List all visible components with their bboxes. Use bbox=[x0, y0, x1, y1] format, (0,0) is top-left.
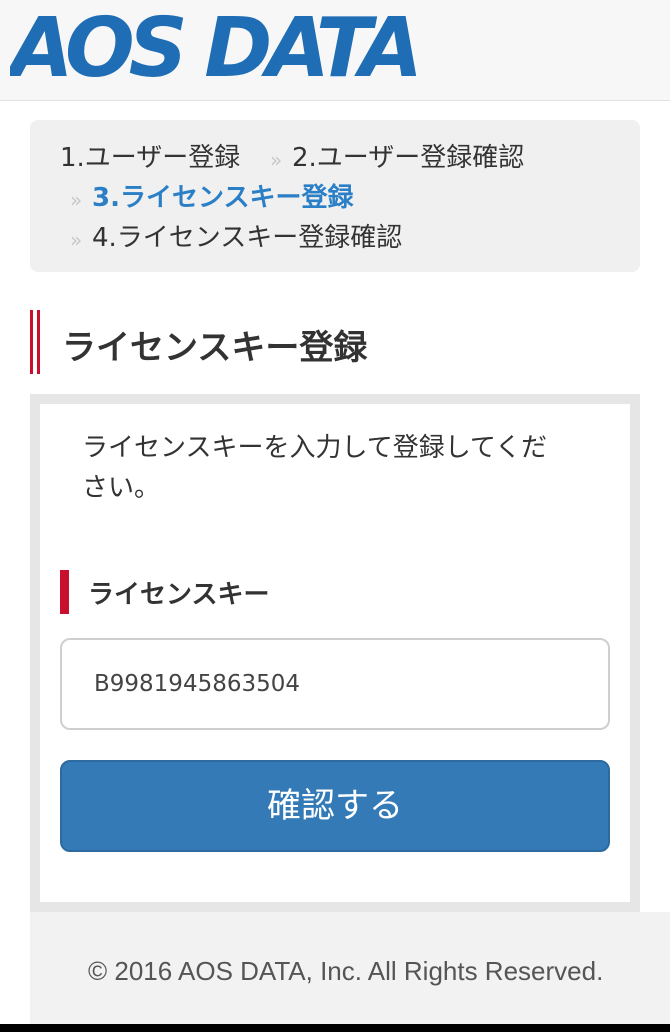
header: AOS DATA bbox=[0, 0, 670, 101]
instruction-line-2: さい。 bbox=[82, 473, 161, 503]
instruction-text: ライセンスキーを入力して登録してくだ さい。 bbox=[82, 428, 582, 508]
step-4: 4.ライセンスキー登録確認 bbox=[92, 223, 403, 253]
page-title: ライセンスキー登録 bbox=[62, 328, 368, 368]
aos-data-logo[interactable]: AOS DATA bbox=[10, 4, 440, 88]
step-2: 2.ユーザー登録確認 bbox=[292, 143, 525, 173]
license-key-input[interactable] bbox=[60, 638, 610, 730]
confirm-button[interactable]: 確認する bbox=[60, 760, 610, 852]
page: AOS DATA 1.ユーザー登録 » 2.ユーザー登録確認 » 3.ライセンス… bbox=[0, 0, 670, 1032]
field-label-accent-bar bbox=[60, 570, 69, 614]
steps-row-3: » 4.ライセンスキー登録確認 bbox=[30, 218, 640, 258]
footer: © 2016 AOS DATA, Inc. All Rights Reserve… bbox=[30, 912, 670, 1024]
steps-row-2: » 3.ライセンスキー登録 bbox=[30, 178, 640, 218]
logo-text: AOS DATA bbox=[10, 4, 417, 88]
step-separator-icon: » bbox=[70, 228, 83, 252]
copyright-text: © 2016 AOS DATA, Inc. All Rights Reserve… bbox=[88, 956, 604, 986]
license-form-card: ライセンスキーを入力して登録してくだ さい。 ライセンスキー 確認する bbox=[30, 394, 640, 912]
section-heading: ライセンスキー登録 bbox=[30, 310, 640, 374]
step-separator-icon: » bbox=[270, 148, 283, 172]
step-1: 1.ユーザー登録 bbox=[60, 143, 241, 173]
step-3-current: 3.ライセンスキー登録 bbox=[92, 183, 354, 213]
instruction-line-1: ライセンスキーを入力して登録してくだ bbox=[82, 433, 548, 463]
heading-accent-bar bbox=[30, 310, 40, 374]
bottom-edge bbox=[0, 1024, 670, 1032]
license-key-label: ライセンスキー bbox=[88, 580, 270, 610]
steps-row-1: 1.ユーザー登録 » 2.ユーザー登録確認 bbox=[30, 138, 640, 178]
progress-steps: 1.ユーザー登録 » 2.ユーザー登録確認 » 3.ライセンスキー登録 » 4.… bbox=[30, 120, 640, 272]
step-separator-icon: » bbox=[70, 188, 83, 212]
